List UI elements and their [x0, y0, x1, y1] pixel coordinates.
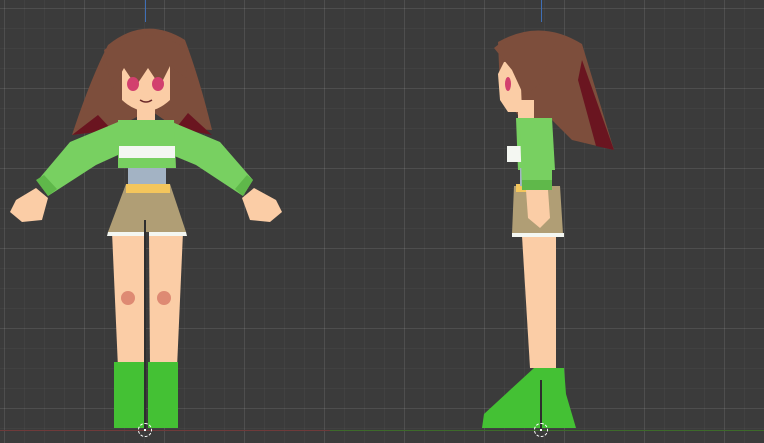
side-cuff [522, 180, 552, 190]
origin-marker-front[interactable] [138, 423, 152, 437]
side-leg [522, 236, 556, 368]
side-shorts-hem [512, 233, 564, 237]
side-stripe [507, 146, 523, 162]
side-eye [505, 77, 511, 91]
character-side-view[interactable] [0, 0, 764, 443]
origin-marker-side[interactable] [534, 423, 548, 437]
side-boot [482, 368, 576, 428]
3d-viewport[interactable] [0, 0, 764, 443]
